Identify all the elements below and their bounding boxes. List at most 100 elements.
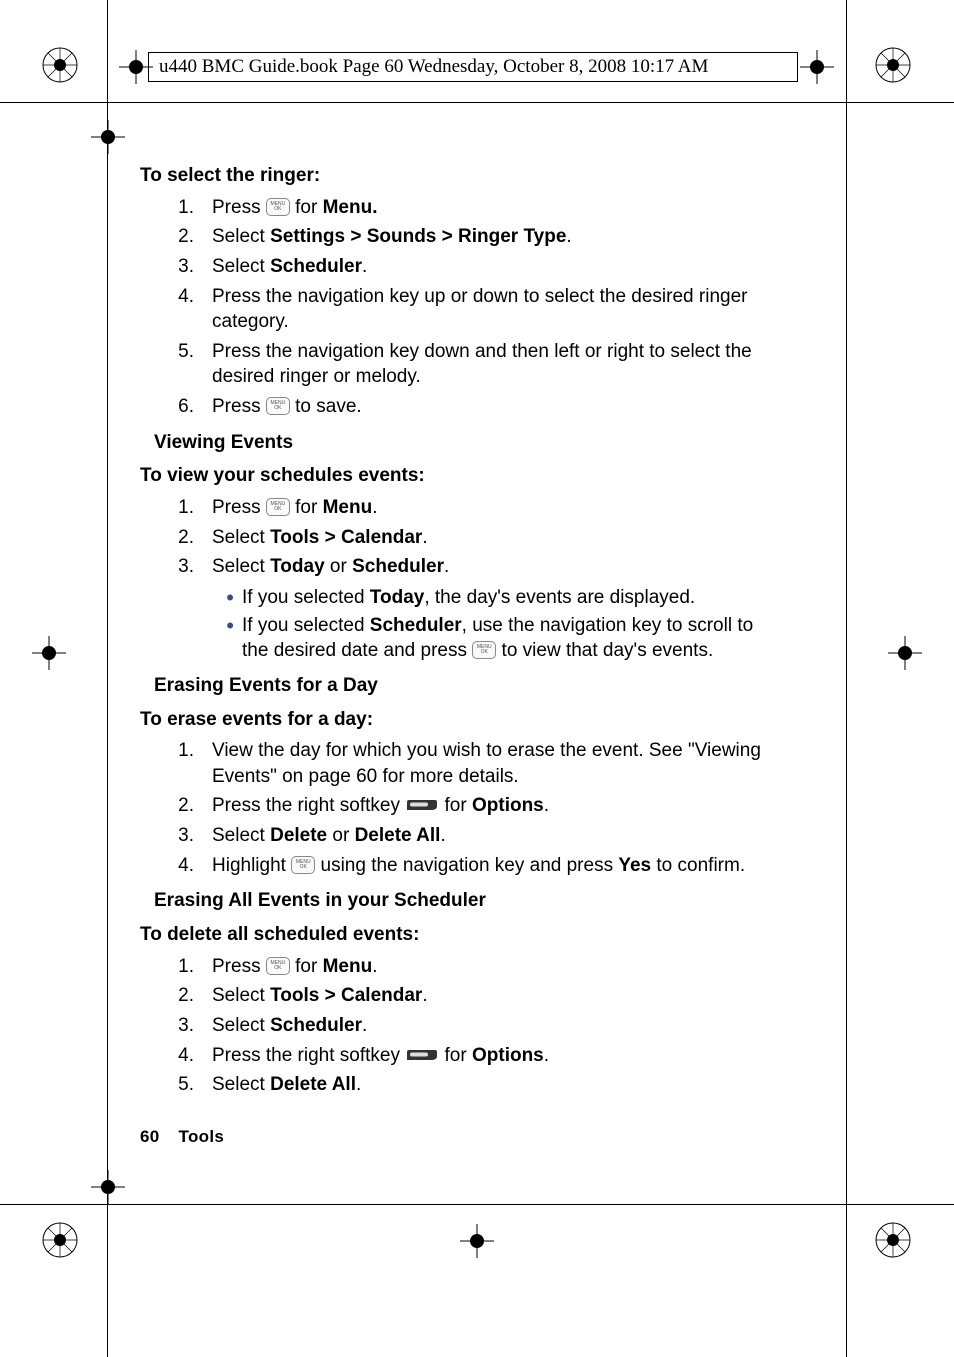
step-text: Press to save. <box>212 394 770 420</box>
menu-ok-key-icon <box>266 198 290 216</box>
step-text: Press for Menu. <box>212 195 770 221</box>
step-text: Press the navigation key up or down to s… <box>212 284 770 335</box>
crop-mark-icon <box>888 636 922 670</box>
bullet-list: •If you selected Today, the day's events… <box>140 584 770 665</box>
menu-ok-key-icon <box>266 957 290 975</box>
list-item: 5.Press the navigation key down and then… <box>140 337 770 392</box>
guide-line <box>107 0 108 1357</box>
section-heading: Erasing All Events in your Scheduler <box>140 888 770 914</box>
section-heading: Viewing Events <box>140 430 770 456</box>
step-text: View the day for which you wish to erase… <box>212 738 770 789</box>
list-item: 4.Press the navigation key up or down to… <box>140 282 770 337</box>
crop-mark-icon <box>800 50 834 84</box>
list-item: 2.Select Settings > Sounds > Ringer Type… <box>140 222 770 252</box>
menu-ok-key-icon <box>291 856 315 874</box>
list-item: 2.Press the right softkey for Options. <box>140 791 770 821</box>
list-item: •If you selected Today, the day's events… <box>140 584 770 612</box>
section-title: To select the ringer: <box>140 163 770 189</box>
page-content: To select the ringer: 1.Press for Menu.2… <box>140 155 770 1100</box>
guide-line <box>846 0 847 1357</box>
step-number: 5. <box>140 339 212 390</box>
list-item: 1.View the day for which you wish to era… <box>140 736 770 791</box>
guide-line <box>0 1204 954 1205</box>
steps-list: 1.Press for Menu.2.Select Tools > Calend… <box>140 493 770 582</box>
section-title: To view your schedules events: <box>140 463 770 489</box>
page-footer: 60 Tools <box>140 1127 224 1147</box>
registration-mark-icon <box>42 1222 78 1258</box>
section-name: Tools <box>179 1127 225 1146</box>
section-title: To delete all scheduled events: <box>140 922 770 948</box>
list-item: 3.Select Scheduler. <box>140 1011 770 1041</box>
list-item: 4.Press the right softkey for Options. <box>140 1041 770 1071</box>
list-item: 4.Highlight using the navigation key and… <box>140 851 770 881</box>
list-item: 5.Select Delete All. <box>140 1070 770 1100</box>
right-softkey-icon <box>405 1048 439 1062</box>
step-number: 1. <box>140 738 212 789</box>
step-text: Select Tools > Calendar. <box>212 525 770 551</box>
step-number: 1. <box>140 495 212 521</box>
step-number: 3. <box>140 823 212 849</box>
crop-mark-icon <box>91 1170 125 1204</box>
menu-ok-key-icon <box>472 641 496 659</box>
step-number: 4. <box>140 853 212 879</box>
steps-list: 1.Press for Menu.2.Select Tools > Calend… <box>140 952 770 1100</box>
step-text: Highlight using the navigation key and p… <box>212 853 770 879</box>
list-item: 3.Select Today or Scheduler. <box>140 552 770 582</box>
page-number: 60 <box>140 1127 160 1146</box>
step-number: 4. <box>140 284 212 335</box>
crop-mark-icon <box>91 120 125 154</box>
step-number: 2. <box>140 224 212 250</box>
step-text: Press for Menu. <box>212 954 770 980</box>
step-number: 1. <box>140 195 212 221</box>
steps-list: 1.View the day for which you wish to era… <box>140 736 770 880</box>
step-text: Press for Menu. <box>212 495 770 521</box>
crop-mark-icon <box>460 1224 494 1258</box>
registration-mark-icon <box>42 47 78 83</box>
list-item: 2.Select Tools > Calendar. <box>140 981 770 1011</box>
step-number: 2. <box>140 793 212 819</box>
list-item: 1.Press for Menu. <box>140 193 770 223</box>
registration-mark-icon <box>875 1222 911 1258</box>
menu-ok-key-icon <box>266 397 290 415</box>
step-number: 5. <box>140 1072 212 1098</box>
menu-ok-key-icon <box>266 498 290 516</box>
bullet-text: If you selected Scheduler, use the navig… <box>242 613 770 664</box>
step-number: 3. <box>140 254 212 280</box>
bullet-icon: • <box>140 587 242 613</box>
list-item: 1.Press for Menu. <box>140 952 770 982</box>
step-text: Select Delete or Delete All. <box>212 823 770 849</box>
step-number: 2. <box>140 525 212 551</box>
section-heading: Erasing Events for a Day <box>140 673 770 699</box>
step-text: Press the right softkey for Options. <box>212 1043 770 1069</box>
step-text: Press the navigation key down and then l… <box>212 339 770 390</box>
bullet-text: If you selected Today, the day's events … <box>242 585 770 611</box>
right-softkey-icon <box>405 798 439 812</box>
step-number: 3. <box>140 554 212 580</box>
guide-line <box>0 102 954 103</box>
list-item: 6.Press to save. <box>140 392 770 422</box>
section-title: To erase events for a day: <box>140 707 770 733</box>
list-item: 3.Select Delete or Delete All. <box>140 821 770 851</box>
bullet-icon: • <box>140 615 242 666</box>
step-number: 6. <box>140 394 212 420</box>
step-text: Select Scheduler. <box>212 254 770 280</box>
list-item: 1.Press for Menu. <box>140 493 770 523</box>
step-number: 1. <box>140 954 212 980</box>
crop-mark-icon <box>32 636 66 670</box>
step-text: Select Today or Scheduler. <box>212 554 770 580</box>
step-number: 2. <box>140 983 212 1009</box>
step-text: Select Settings > Sounds > Ringer Type. <box>212 224 770 250</box>
step-text: Select Tools > Calendar. <box>212 983 770 1009</box>
steps-list: 1.Press for Menu.2.Select Settings > Sou… <box>140 193 770 422</box>
doc-header: u440 BMC Guide.book Page 60 Wednesday, O… <box>148 52 798 82</box>
step-number: 3. <box>140 1013 212 1039</box>
step-text: Press the right softkey for Options. <box>212 793 770 819</box>
step-text: Select Delete All. <box>212 1072 770 1098</box>
list-item: 2.Select Tools > Calendar. <box>140 523 770 553</box>
registration-mark-icon <box>875 47 911 83</box>
doc-header-text: u440 BMC Guide.book Page 60 Wednesday, O… <box>159 56 708 78</box>
step-text: Select Scheduler. <box>212 1013 770 1039</box>
step-number: 4. <box>140 1043 212 1069</box>
list-item: 3.Select Scheduler. <box>140 252 770 282</box>
list-item: •If you selected Scheduler, use the navi… <box>140 612 770 665</box>
